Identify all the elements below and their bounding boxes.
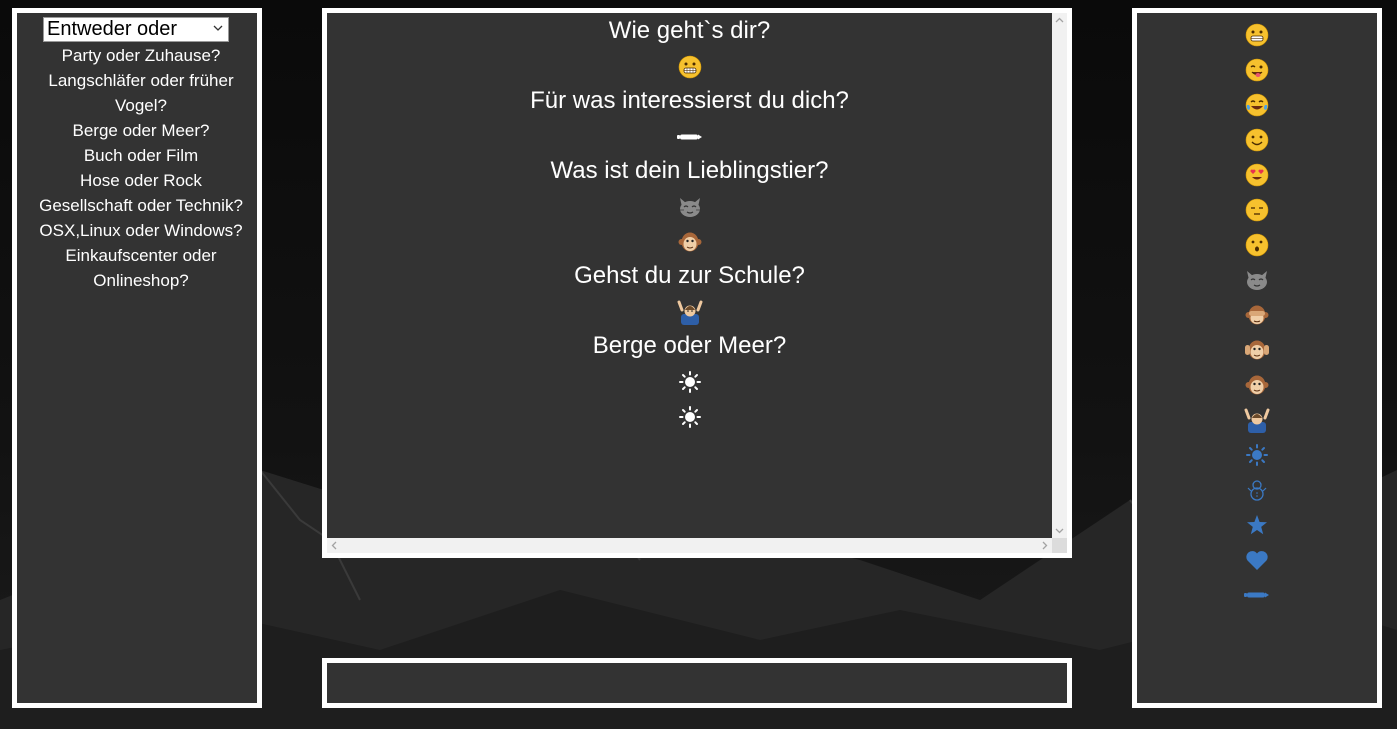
sun-icon bbox=[1246, 443, 1268, 466]
question-item-os[interactable]: OSX,Linux oder Windows? bbox=[25, 218, 257, 243]
pensive-face-icon bbox=[1245, 198, 1269, 222]
raising-hands-person-icon bbox=[1244, 407, 1270, 433]
chat-emoji bbox=[327, 188, 1052, 223]
emoji-button[interactable] bbox=[1137, 507, 1377, 542]
chat-emoji bbox=[327, 48, 1052, 83]
question-item-hose[interactable]: Hose oder Rock bbox=[25, 168, 257, 193]
emoji-button[interactable] bbox=[1137, 17, 1377, 52]
emoji-button[interactable] bbox=[1137, 122, 1377, 157]
pen-icon bbox=[676, 132, 703, 142]
emoji-button[interactable] bbox=[1137, 297, 1377, 332]
grinning-face-icon bbox=[1245, 23, 1269, 47]
see-no-evil-monkey-icon bbox=[1245, 304, 1269, 326]
pen-icon bbox=[1244, 590, 1270, 600]
category-select[interactable]: Entweder oder bbox=[43, 17, 229, 42]
emoji-button[interactable] bbox=[1137, 192, 1377, 227]
horizontal-scrollbar[interactable] bbox=[327, 538, 1052, 553]
chat-emoji bbox=[327, 293, 1052, 328]
heart-icon bbox=[1245, 549, 1269, 571]
emoji-button[interactable] bbox=[1137, 52, 1377, 87]
emoji-button[interactable] bbox=[1137, 87, 1377, 122]
chevron-down-icon bbox=[212, 22, 224, 34]
tears-of-joy-face-icon bbox=[1245, 93, 1269, 117]
monkey-face-icon bbox=[678, 231, 702, 253]
emoji-palette-panel bbox=[1132, 8, 1382, 708]
emoji-button[interactable] bbox=[1137, 227, 1377, 262]
cat-face-icon bbox=[1245, 269, 1269, 291]
chat-emoji bbox=[327, 118, 1052, 153]
smiling-face-icon bbox=[1245, 128, 1269, 152]
vertical-scrollbar[interactable] bbox=[1052, 13, 1067, 538]
chat-emoji bbox=[327, 223, 1052, 258]
emoji-button[interactable] bbox=[1137, 437, 1377, 472]
chat-question: Was ist dein Lieblingstier? bbox=[550, 157, 829, 184]
question-item-einkauf[interactable]: Einkaufscenter oder Onlineshop? bbox=[56, 243, 226, 293]
sun-icon bbox=[678, 371, 701, 394]
sun-icon bbox=[678, 406, 701, 429]
chat-emoji bbox=[327, 398, 1052, 433]
emoji-palette bbox=[1137, 17, 1377, 612]
chat-question: Wie geht`s dir? bbox=[608, 17, 771, 44]
scroll-right-arrow-icon[interactable] bbox=[1037, 538, 1052, 553]
snowman-icon bbox=[1247, 478, 1267, 502]
heart-eyes-face-icon bbox=[1245, 163, 1269, 187]
chat-window: Wie geht`s dir? Für was interessierst du… bbox=[322, 8, 1072, 558]
cat-face-icon bbox=[678, 196, 702, 218]
chat-question: Berge oder Meer? bbox=[592, 332, 787, 359]
emoji-button[interactable] bbox=[1137, 402, 1377, 437]
category-select-value: Entweder oder bbox=[47, 18, 178, 40]
question-item-gesellschaft[interactable]: Gesellschaft oder Technik? bbox=[25, 193, 257, 218]
question-item-party[interactable]: Party oder Zuhause? bbox=[25, 43, 257, 68]
grinning-face-icon bbox=[678, 55, 702, 79]
scroll-down-arrow-icon[interactable] bbox=[1052, 523, 1067, 538]
message-input-field[interactable] bbox=[322, 658, 1072, 708]
kissing-face-icon bbox=[1245, 233, 1269, 257]
emoji-button[interactable] bbox=[1137, 577, 1377, 612]
question-list: Party oder Zuhause? Langschläfer oder fr… bbox=[25, 43, 257, 293]
chat-log: Wie geht`s dir? Für was interessierst du… bbox=[327, 13, 1052, 538]
question-category-panel: Entweder oder Party oder Zuhause? Langsc… bbox=[12, 8, 262, 708]
emoji-button[interactable] bbox=[1137, 332, 1377, 367]
question-item-langschlaefer[interactable]: Langschläfer oder früher Vogel? bbox=[41, 68, 241, 118]
emoji-button[interactable] bbox=[1137, 542, 1377, 577]
chat-emoji bbox=[327, 363, 1052, 398]
question-item-berge[interactable]: Berge oder Meer? bbox=[25, 118, 257, 143]
emoji-button[interactable] bbox=[1137, 262, 1377, 297]
scroll-left-arrow-icon[interactable] bbox=[327, 538, 342, 553]
chat-question: Gehst du zur Schule? bbox=[574, 262, 805, 289]
hear-no-evil-monkey-icon bbox=[1245, 339, 1269, 361]
emoji-button[interactable] bbox=[1137, 367, 1377, 402]
star-icon bbox=[1246, 514, 1268, 536]
emoji-button[interactable] bbox=[1137, 157, 1377, 192]
raising-hands-person-icon bbox=[677, 299, 703, 326]
scroll-up-arrow-icon[interactable] bbox=[1052, 13, 1067, 28]
emoji-button[interactable] bbox=[1137, 472, 1377, 507]
monkey-face-icon bbox=[1245, 374, 1269, 396]
winking-tongue-face-icon bbox=[1245, 58, 1269, 82]
chat-question: Für was interessierst du dich? bbox=[530, 87, 849, 114]
scrollbar-corner bbox=[1052, 538, 1067, 553]
question-item-buch[interactable]: Buch oder Film bbox=[25, 143, 257, 168]
